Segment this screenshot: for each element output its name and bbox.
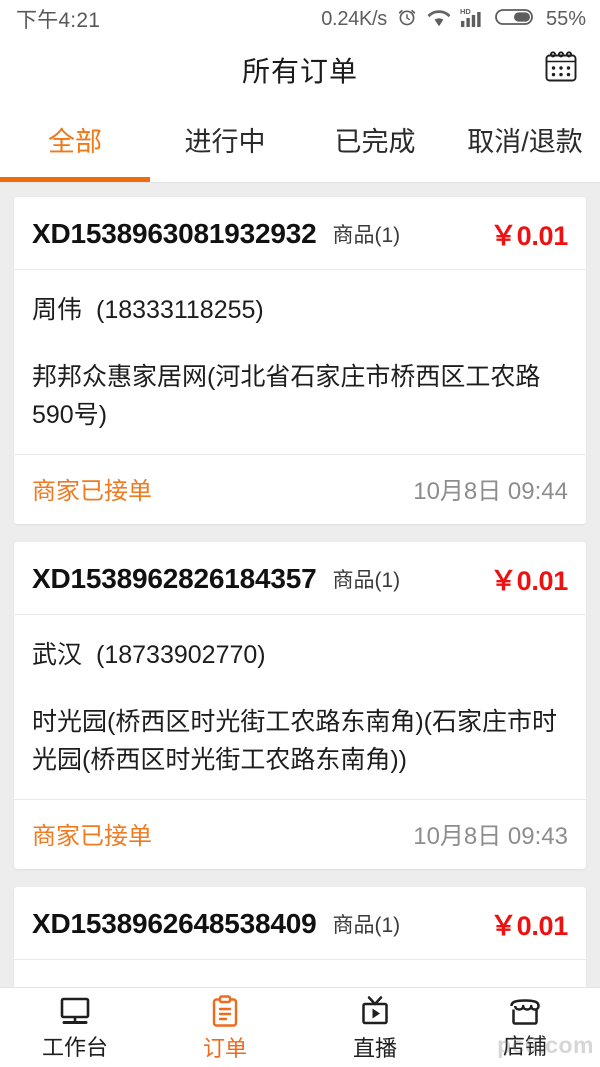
order-customer: 周伟 (18333118255) (32, 290, 568, 326)
signal-icon: HD (460, 6, 486, 33)
tab-completed[interactable]: 已完成 (300, 101, 450, 182)
order-goods-count: 商品(1) (332, 568, 401, 592)
order-time: 10月8日 09:44 (413, 478, 568, 505)
status-bar: 下午4:21 0.24K/s HD 55% (0, 0, 600, 38)
status-time: 下午4:21 (16, 9, 101, 32)
tab-cancelled-refund[interactable]: 取消/退款 (450, 101, 600, 182)
wifi-icon (427, 7, 451, 32)
title-bar: 所有订单 (0, 38, 600, 101)
customer-phone: (18733902770) (96, 641, 266, 669)
tab-in-progress[interactable]: 进行中 (150, 101, 300, 182)
order-card[interactable]: XD1538962648538409 商品(1) ￥0.01 (14, 887, 586, 987)
order-body: 武汉 (18733902770) 时光园(桥西区时光街工农路东南角)(石家庄市时光… (14, 615, 586, 799)
battery-level: 55% (545, 7, 586, 30)
order-header: XD1538963081932932 商品(1) ￥0.01 (14, 197, 586, 270)
order-price: ￥0.01 (489, 221, 568, 251)
nav-item-shop[interactable]: 店铺 (450, 997, 600, 1058)
bottom-navigation: 工作台 订单 直播 店铺 pc6.com (0, 987, 600, 1067)
shop-icon (507, 997, 543, 1032)
customer-name: 周伟 (32, 296, 83, 324)
order-list[interactable]: XD1538963081932932 商品(1) ￥0.01 周伟 (183331… (0, 183, 600, 987)
order-card[interactable]: XD1538963081932932 商品(1) ￥0.01 周伟 (183331… (14, 197, 586, 524)
order-time: 10月8日 09:43 (413, 823, 568, 850)
tab-all[interactable]: 全部 (0, 101, 150, 182)
clipboard-icon (209, 995, 241, 1034)
order-body: 周伟 (18333118255) 邦邦众惠家居网(河北省石家庄市桥西区工农路590… (14, 270, 586, 454)
order-customer: 武汉 (18733902770) (32, 635, 568, 671)
nav-label: 店铺 (502, 1034, 547, 1059)
order-header: XD1538962648538409 商品(1) ￥0.01 (14, 887, 586, 960)
page-title: 所有订单 (241, 55, 358, 87)
tab-label: 全部 (48, 127, 102, 157)
battery-icon (495, 6, 535, 33)
order-footer: 商家已接单 10月8日 09:44 (14, 454, 586, 524)
svg-text:HD: HD (460, 7, 471, 16)
monitor-icon (57, 996, 93, 1033)
nav-item-workbench[interactable]: 工作台 (0, 996, 150, 1059)
status-indicators: 0.24K/s HD 55% (321, 6, 586, 33)
nav-item-live[interactable]: 直播 (300, 995, 450, 1060)
nav-label: 工作台 (41, 1035, 108, 1060)
app-root: 下午4:21 0.24K/s HD 55% 所有订单 全部 进行中 已完成 取消… (0, 0, 600, 1067)
tv-play-icon (358, 995, 392, 1034)
customer-name: 武汉 (32, 641, 83, 669)
order-filter-tabs: 全部 进行中 已完成 取消/退款 (0, 101, 600, 183)
order-goods-count: 商品(1) (332, 223, 401, 247)
customer-phone: (18333118255) (96, 296, 264, 324)
calendar-button[interactable] (539, 48, 583, 92)
order-price: ￥0.01 (489, 911, 568, 941)
order-status: 商家已接单 (32, 823, 152, 850)
tab-label: 进行中 (184, 127, 266, 157)
nav-label: 直播 (352, 1036, 397, 1061)
calendar-icon (542, 48, 580, 91)
nav-label: 订单 (202, 1036, 247, 1061)
order-body (14, 960, 586, 987)
network-speed: 0.24K/s (321, 7, 387, 30)
order-footer: 商家已接单 10月8日 09:43 (14, 799, 586, 869)
order-number: XD1538962648538409 (32, 907, 317, 939)
order-status: 商家已接单 (32, 478, 152, 505)
order-number: XD1538963081932932 (32, 217, 317, 249)
nav-item-orders[interactable]: 订单 (150, 995, 300, 1060)
order-card[interactable]: XD1538962826184357 商品(1) ￥0.01 武汉 (187339… (14, 542, 586, 869)
order-address: 时光园(桥西区时光街工农路东南角)(石家庄市时光园(桥西区时光街工农路东南角)) (32, 708, 557, 774)
order-number: XD1538962826184357 (32, 562, 317, 594)
order-price: ￥0.01 (489, 566, 568, 596)
alarm-icon (396, 6, 418, 33)
order-goods-count: 商品(1) (332, 913, 401, 937)
order-address: 邦邦众惠家居网(河北省石家庄市桥西区工农路590号) (32, 363, 541, 429)
tab-label: 已完成 (334, 127, 416, 157)
tab-label: 取消/退款 (467, 127, 583, 157)
order-header: XD1538962826184357 商品(1) ￥0.01 (14, 542, 586, 615)
